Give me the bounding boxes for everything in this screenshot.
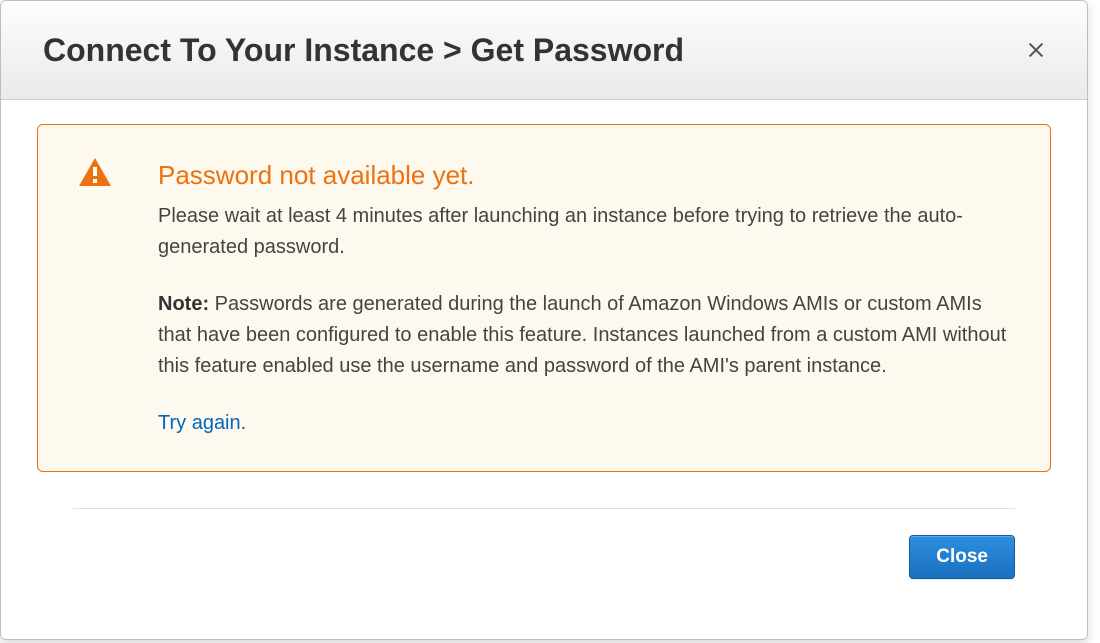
dialog: Connect To Your Instance > Get Password … [0,0,1088,640]
note-label: Note: [158,293,209,315]
try-again-link[interactable]: Try again. [158,412,246,434]
alert-message: Please wait at least 4 minutes after lau… [158,201,1010,263]
dialog-body: Password not available yet. Please wait … [1,100,1087,639]
note-text: Passwords are generated during the launc… [158,293,1006,377]
alert-warning: Password not available yet. Please wait … [37,124,1051,472]
warning-triangle-icon [78,157,112,192]
close-icon[interactable] [1021,35,1051,65]
dialog-footer: Close [73,508,1015,579]
alert-content: Password not available yet. Please wait … [158,155,1010,439]
dialog-header: Connect To Your Instance > Get Password [1,1,1087,100]
dialog-title: Connect To Your Instance > Get Password [43,32,684,69]
close-button[interactable]: Close [909,535,1015,579]
alert-note: Note: Passwords are generated during the… [158,289,1010,382]
alert-title: Password not available yet. [158,155,1010,195]
